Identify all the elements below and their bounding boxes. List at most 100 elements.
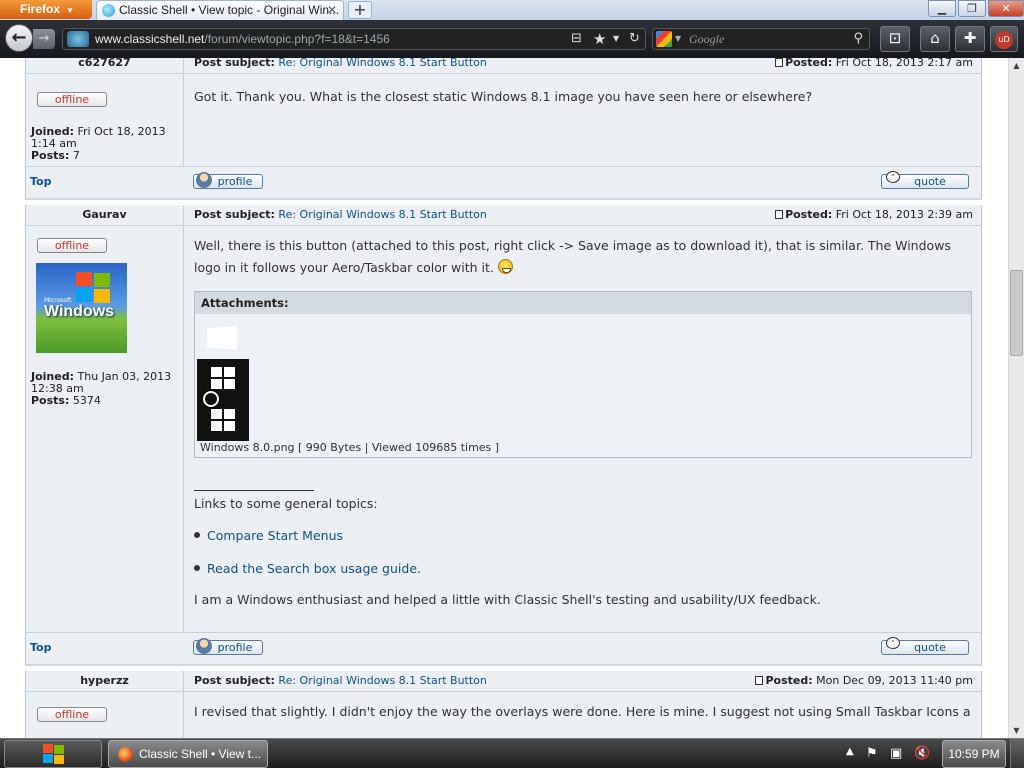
search-guide-link[interactable]: Read the Search box usage guide. <box>207 561 421 576</box>
forward-button[interactable]: → <box>33 29 55 49</box>
status-badge: offline <box>37 238 107 253</box>
post-author[interactable]: Gaurav <box>26 205 184 225</box>
reader-icon[interactable]: ⊟ <box>571 29 582 49</box>
post-icon[interactable] <box>755 676 764 685</box>
subject-label: Post subject: <box>194 674 275 687</box>
avatar-windows-text: Windows <box>44 303 115 320</box>
vertical-scrollbar[interactable]: ▲ ▼ <box>1008 58 1024 738</box>
author-details: Joined: Fri Oct 18, 2013 1:14 am Posts: … <box>31 126 183 162</box>
start-button[interactable] <box>4 740 102 768</box>
bookmark-star-icon[interactable]: ★ <box>593 29 606 49</box>
posts-count: 5374 <box>72 394 101 407</box>
posts-label: Posts: <box>31 394 70 407</box>
tray-expand-icon[interactable]: ▲ <box>846 746 854 757</box>
top-link[interactable]: Top <box>30 175 51 188</box>
attachments-box: Attachments: Windows 8.0.png [ 990 Bytes… <box>194 291 972 458</box>
profile-label: profile <box>217 641 253 654</box>
profile-icon <box>196 172 212 188</box>
status-badge: offline <box>37 92 107 107</box>
taskbar-clock[interactable]: 10:59 PM <box>942 740 1006 768</box>
quote-button[interactable]: “ quote <box>881 171 969 189</box>
quote-icon: “ <box>886 637 900 649</box>
author-details: Joined: Thu Jan 03, 2013 12:38 am Posts:… <box>31 371 183 407</box>
minimize-button[interactable]: ▁ <box>928 0 956 17</box>
posted-label: Posted: <box>765 674 813 687</box>
google-engine-icon[interactable] <box>656 31 672 47</box>
avatar: Microsoft Windows <box>36 263 127 353</box>
subject-label: Post subject: <box>194 58 275 69</box>
post-icon[interactable] <box>775 58 784 67</box>
top-link[interactable]: Top <box>30 641 51 654</box>
search-icon[interactable]: ⚲ <box>853 29 863 49</box>
scroll-down-icon[interactable]: ▼ <box>1009 723 1024 738</box>
profile-button[interactable]: profile <box>193 638 263 655</box>
tab-classic-shell[interactable]: Classic Shell • View topic - Original Wi… <box>96 0 344 20</box>
search-bar[interactable]: ▼ Google ⚲ <box>652 28 870 50</box>
windows-flag-icon <box>76 272 112 304</box>
reload-icon[interactable]: ↻ <box>629 29 640 49</box>
addons-button[interactable]: ✚ <box>955 26 985 52</box>
scrollbar-thumb[interactable] <box>1010 270 1023 356</box>
network-icon[interactable]: ▣ <box>890 746 902 761</box>
signature-outro: I am a Windows enthusiast and helped a l… <box>194 592 821 607</box>
posted-date: Mon Dec 09, 2013 11:40 pm <box>816 674 973 687</box>
tab-groups-button[interactable]: ⊡ <box>880 26 910 52</box>
engine-dropdown-icon[interactable]: ▼ <box>675 29 681 49</box>
signature-intro: Links to some general topics: <box>194 496 378 511</box>
author-profile: offline Joined: Fri Oct 18, 2013 1:14 am… <box>26 74 184 166</box>
taskbar-firefox-window[interactable]: Classic Shell • View t... <box>108 740 268 768</box>
windows-logo-icon <box>211 367 235 389</box>
post-author[interactable]: hyperzz <box>26 671 184 691</box>
compare-start-menus-link[interactable]: Compare Start Menus <box>207 528 343 543</box>
scroll-up-icon[interactable]: ▲ <box>1009 58 1024 73</box>
ublock-button[interactable]: uD <box>990 26 1018 52</box>
maximize-button[interactable]: ❐ <box>958 0 986 17</box>
post-footer: Top profile “ quote <box>26 167 981 195</box>
post-separator <box>25 664 982 671</box>
subject-link[interactable]: Re: Original Windows 8.1 Start Button <box>278 58 486 69</box>
home-button[interactable]: ⌂ <box>920 26 950 52</box>
attachment-thumbnail-black-logo[interactable] <box>197 359 249 441</box>
show-desktop-button[interactable] <box>1010 739 1024 768</box>
post-date: Posted: Fri Oct 18, 2013 2:39 am <box>775 205 973 225</box>
subject-link[interactable]: Re: Original Windows 8.1 Start Button <box>278 208 486 221</box>
post-body: Well, there is this button (attached to … <box>194 235 971 279</box>
forum-post: hyperzz Post subject: Re: Original Windo… <box>25 671 982 738</box>
post-author[interactable]: c627627 <box>26 58 184 73</box>
windows-logo-icon <box>211 409 235 431</box>
new-tab-button[interactable]: + <box>348 1 372 19</box>
bullet-icon <box>194 532 200 538</box>
profile-button[interactable]: profile <box>193 172 263 189</box>
back-button[interactable]: ← <box>5 24 33 52</box>
url-domain: www.classicshell.net <box>95 32 205 46</box>
close-window-button[interactable]: ✕ <box>988 0 1024 17</box>
site-identity-icon[interactable] <box>67 31 89 47</box>
navigation-toolbar: ← → www.classicshell.net/forum/viewtopic… <box>0 20 1024 58</box>
close-tab-icon[interactable]: ✕ <box>327 1 337 19</box>
quote-label: quote <box>914 641 946 654</box>
author-profile: offline <box>26 692 184 738</box>
subject-link[interactable]: Re: Original Windows 8.1 Start Button <box>278 674 486 687</box>
browser-title-bar: Firefox ▼ Classic Shell • View topic - Or… <box>0 0 1024 20</box>
author-profile: offline Microsoft Windows Joined: Thu Ja… <box>26 226 184 632</box>
tab-title: Classic Shell • View topic - Original Wi… <box>119 3 340 17</box>
not-allowed-cursor-icon <box>203 391 219 407</box>
attachments-header: Attachments: <box>195 292 971 314</box>
bullet-icon <box>194 565 200 571</box>
history-dropdown-icon[interactable]: ▼ <box>613 29 619 49</box>
volume-muted-icon[interactable]: 🔇 <box>914 746 930 761</box>
firefox-menu-button[interactable]: Firefox ▼ <box>0 0 92 19</box>
post-body: Got it. Thank you. What is the closest s… <box>194 89 813 104</box>
signature-divider <box>194 490 314 491</box>
taskbar-task-label: Classic Shell • View t... <box>139 747 262 761</box>
address-bar[interactable]: www.classicshell.net/forum/viewtopic.php… <box>62 28 646 50</box>
post-date: Posted: Mon Dec 09, 2013 11:40 pm <box>755 671 973 691</box>
action-center-flag-icon[interactable]: ⚑ <box>866 746 878 761</box>
quote-button[interactable]: “ quote <box>881 637 969 655</box>
posts-label: Posts: <box>31 149 70 162</box>
posted-label: Posted: <box>785 208 833 221</box>
post-separator <box>25 198 982 205</box>
quote-label: quote <box>914 175 946 188</box>
post-icon[interactable] <box>775 210 784 219</box>
attachment-thumbnail-white-logo[interactable] <box>207 326 237 350</box>
